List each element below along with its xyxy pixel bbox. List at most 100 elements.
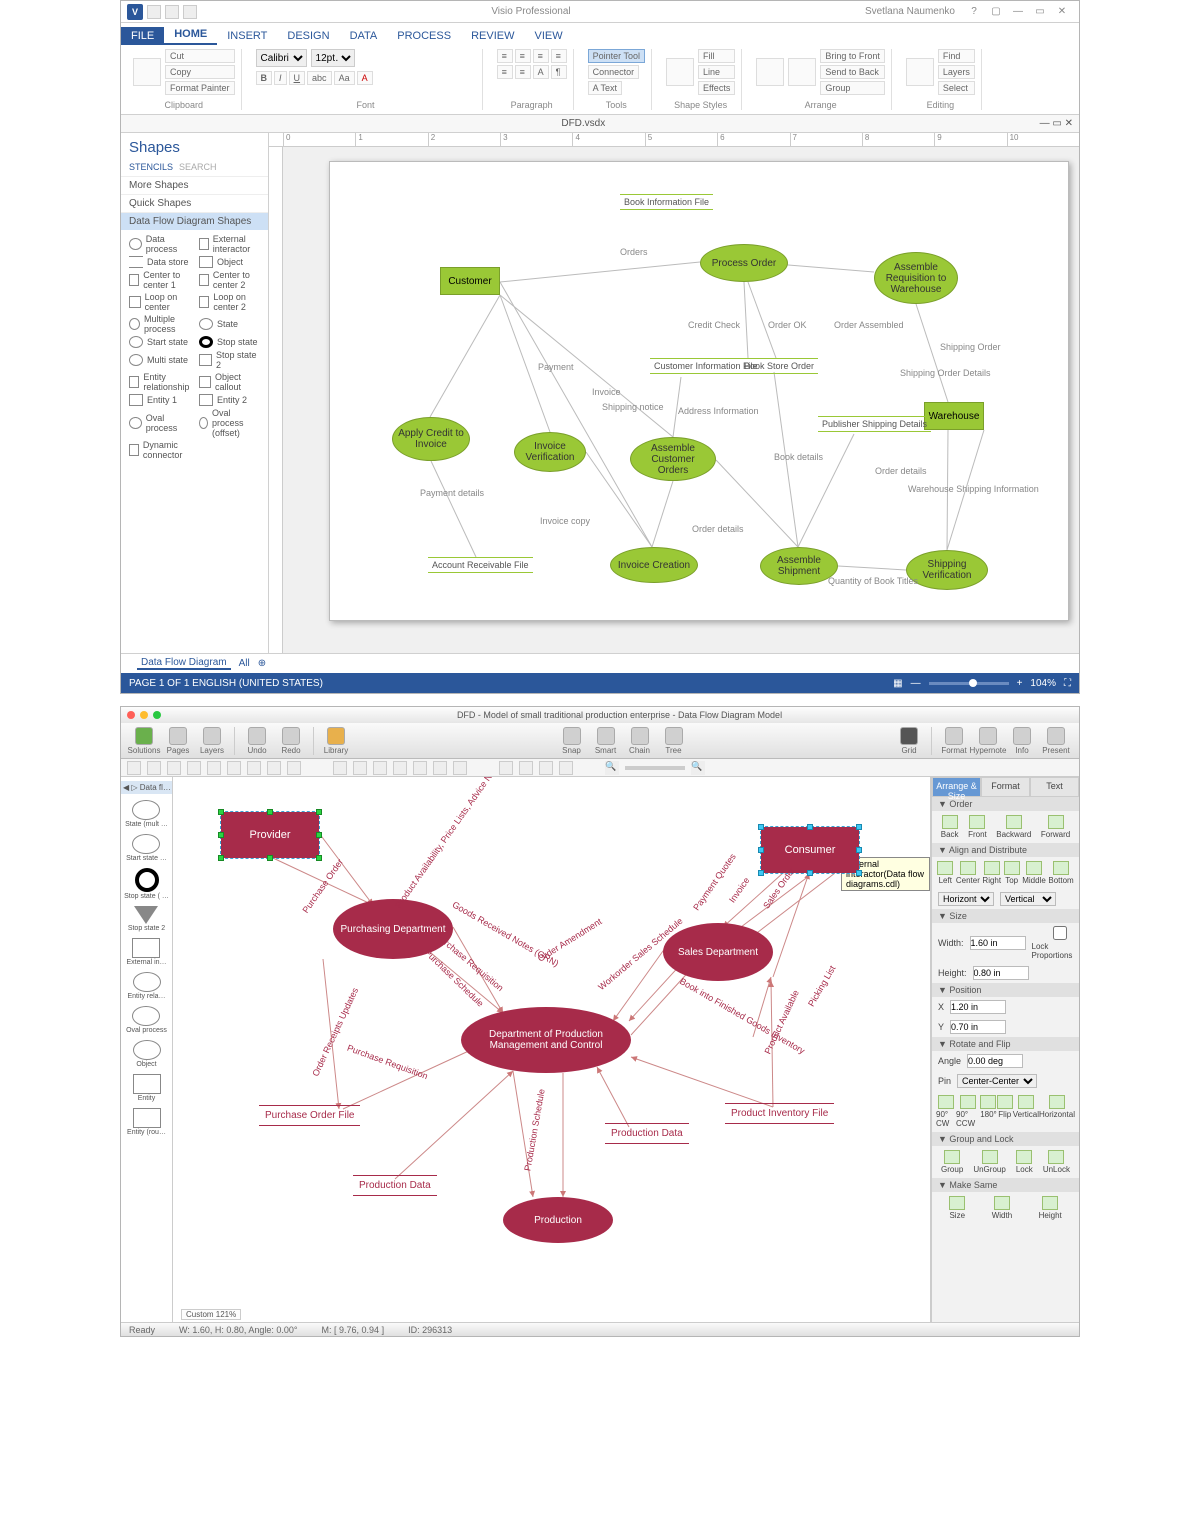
stencil-entity-relationship[interactable]: Entity relationship: [129, 372, 193, 392]
side-90-ccw[interactable]: 90° CCW: [956, 1095, 980, 1128]
stencil-external-interactor[interactable]: External interactor: [199, 234, 260, 254]
stencil-multiple-process[interactable]: Multiple process: [129, 314, 193, 334]
side-forward[interactable]: Forward: [1041, 815, 1070, 839]
side-height[interactable]: Height: [1039, 1196, 1062, 1220]
cd-stencil-oval-process[interactable]: Oval process: [126, 1004, 167, 1036]
selection-handle[interactable]: [758, 870, 764, 876]
stencil-entity-2[interactable]: Entity 2: [199, 394, 260, 406]
selection-handle[interactable]: [267, 809, 273, 815]
redo-button[interactable]: Redo: [276, 727, 306, 755]
selection-handle[interactable]: [316, 809, 322, 815]
smart-button[interactable]: Smart: [591, 727, 621, 755]
cd-stencil-object[interactable]: Object: [133, 1038, 161, 1070]
ds-book-store[interactable]: Book Store Order: [740, 358, 818, 374]
ribbon-tab-file[interactable]: FILE: [121, 27, 164, 45]
cd-proc-sales[interactable]: Sales Department: [663, 923, 773, 981]
stencil-start-state[interactable]: Start state: [129, 336, 193, 348]
selection-handle[interactable]: [758, 847, 764, 853]
selection-handle[interactable]: [218, 809, 224, 815]
snap-button[interactable]: Snap: [557, 727, 587, 755]
ds-pub-ship[interactable]: Publisher Shipping Details: [818, 416, 931, 432]
zoom-label[interactable]: Custom 121%: [181, 1309, 241, 1320]
width-input[interactable]: [970, 936, 1026, 950]
close-icon[interactable]: [127, 711, 135, 719]
layers-button[interactable]: Layers: [197, 727, 227, 755]
cd-proc-dpm[interactable]: Department of Production Management and …: [461, 1007, 631, 1073]
group-buttons[interactable]: GroupUnGroupLockUnLock: [932, 1146, 1079, 1178]
cd-ds-proddata2[interactable]: Production Data: [605, 1123, 689, 1144]
ribbon-tab-insert[interactable]: INSERT: [217, 27, 277, 45]
selection-handle[interactable]: [316, 832, 322, 838]
ribbon-tab-view[interactable]: VIEW: [524, 27, 572, 45]
selection-handle[interactable]: [218, 832, 224, 838]
side-vertical[interactable]: Vertical: [1013, 1095, 1039, 1128]
more-shapes[interactable]: More Shapes: [121, 176, 268, 194]
ribbon-tab-process[interactable]: PROCESS: [387, 27, 461, 45]
selection-handle[interactable]: [807, 870, 813, 876]
cd-ext-consumer[interactable]: Consumer: [761, 827, 859, 873]
selection-handle[interactable]: [267, 855, 273, 861]
ribbon-tab-data[interactable]: DATA: [340, 27, 388, 45]
italic-button[interactable]: I: [274, 71, 287, 85]
format-button[interactable]: Format: [939, 727, 969, 755]
fill-button[interactable]: Fill: [698, 49, 735, 63]
info-button[interactable]: Info: [1007, 727, 1037, 755]
side-180-[interactable]: 180°: [980, 1095, 997, 1128]
cd-stencil-stop-state-[interactable]: Stop state ( …: [124, 866, 169, 902]
proc-invoice-ver[interactable]: Invoice Verification: [514, 432, 586, 472]
stencil-center-to-center-1[interactable]: Center to center 1: [129, 270, 193, 290]
selection-handle[interactable]: [758, 824, 764, 830]
line-button[interactable]: Line: [698, 65, 735, 79]
side-right[interactable]: Right: [982, 861, 1001, 885]
stencil-data-store[interactable]: Data store: [129, 256, 193, 268]
cd-stencil-start-state-[interactable]: Start state …: [126, 832, 167, 864]
selection-handle[interactable]: [856, 847, 862, 853]
align-button[interactable]: [756, 58, 784, 86]
cd-ds-inv-file[interactable]: Product Inventory File: [725, 1103, 834, 1124]
pointer-tool[interactable]: Pointer Tool: [588, 49, 645, 63]
side-tabs[interactable]: Arrange & SizeFormatText: [932, 777, 1079, 797]
font-family[interactable]: Calibri: [256, 49, 307, 67]
doc-window-buttons[interactable]: — ▭ ✕: [1040, 118, 1073, 129]
ext-customer[interactable]: Customer: [440, 267, 500, 295]
pages-button[interactable]: Pages: [163, 727, 193, 755]
align-buttons[interactable]: LeftCenterRightTopMiddleBottom: [932, 857, 1079, 889]
canvas-area[interactable]: 012345678910 CustomerWarehouseProcess Or…: [269, 133, 1079, 653]
cd-stencil-entity-rela-[interactable]: Entity rela…: [127, 970, 165, 1002]
stencil-object[interactable]: Object: [199, 256, 260, 268]
ribbon-tab-design[interactable]: DESIGN: [277, 27, 339, 45]
side-unlock[interactable]: UnLock: [1043, 1150, 1070, 1174]
side-flip[interactable]: Flip: [997, 1095, 1013, 1128]
cd-stencil-external-in-[interactable]: External in…: [126, 936, 166, 968]
drawing-toolbar[interactable]: 🔍🔍: [121, 759, 1079, 777]
proc-ship-ver[interactable]: Shipping Verification: [906, 550, 988, 590]
ds-acct-recv[interactable]: Account Receivable File: [428, 557, 533, 573]
quick-styles[interactable]: [666, 58, 694, 86]
quick-access-toolbar[interactable]: [147, 5, 197, 19]
stencil-data-process[interactable]: Data process: [129, 234, 193, 254]
cd-stencil-entity[interactable]: Entity: [133, 1072, 161, 1104]
cut-button[interactable]: Cut: [165, 49, 235, 63]
side-bottom[interactable]: Bottom: [1048, 861, 1073, 885]
stencil-oval-process[interactable]: Oval process: [129, 408, 193, 438]
side-left[interactable]: Left: [937, 861, 953, 885]
cd-proc-purchasing[interactable]: Purchasing Department: [333, 899, 453, 959]
zoom-controls[interactable]: ▦—+ 104%⛶: [893, 678, 1071, 689]
proc-assemble-req[interactable]: Assemble Requisition to Warehouse: [874, 252, 958, 304]
copy-button[interactable]: Copy: [165, 65, 235, 79]
stencil-state[interactable]: State: [199, 314, 260, 334]
proc-invoice-creation[interactable]: Invoice Creation: [610, 547, 698, 583]
strike-button[interactable]: abc: [307, 71, 332, 85]
cd-ds-proddata1[interactable]: Production Data: [353, 1175, 437, 1196]
shapes-subtabs[interactable]: STENCILSSEARCH: [121, 162, 268, 176]
side-size[interactable]: Size: [949, 1196, 965, 1220]
quick-shapes[interactable]: Quick Shapes: [121, 194, 268, 212]
underline-button[interactable]: U: [289, 71, 306, 85]
selection-handle[interactable]: [856, 870, 862, 876]
solutions-button[interactable]: Solutions: [129, 727, 159, 755]
user-name[interactable]: Svetlana Naumenko: [865, 6, 955, 17]
makesame-buttons[interactable]: SizeWidthHeight: [932, 1192, 1079, 1224]
side-ungroup[interactable]: UnGroup: [973, 1150, 1005, 1174]
text-tool[interactable]: A Text: [588, 81, 622, 95]
cd-stencil-stop-state-2[interactable]: Stop state 2: [128, 904, 165, 934]
